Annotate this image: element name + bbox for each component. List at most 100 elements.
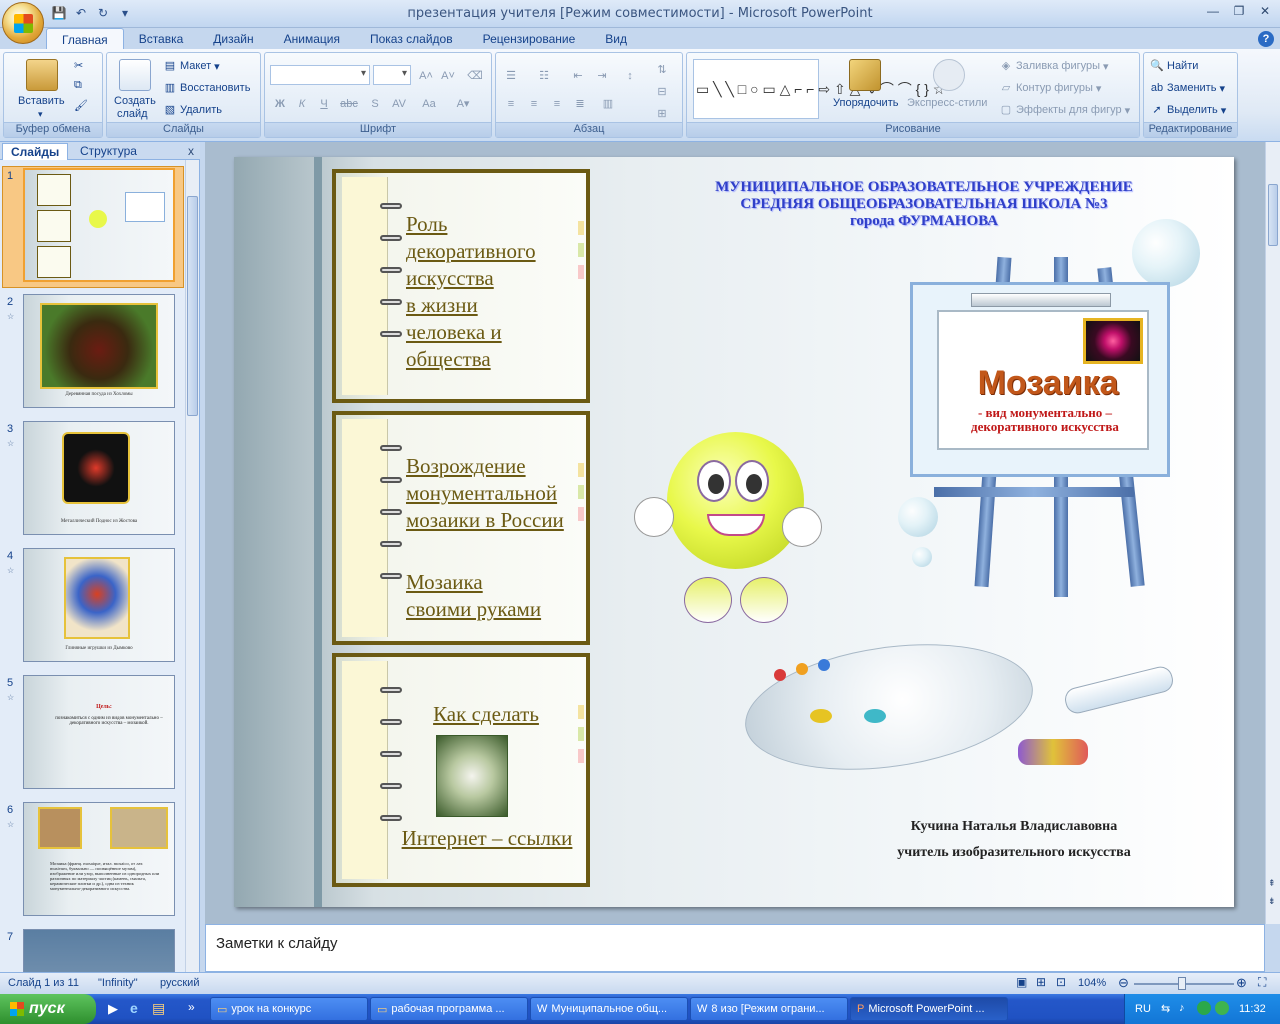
columns-icon[interactable]: ▥: [598, 93, 618, 113]
replace-button[interactable]: Заменить: [1167, 82, 1216, 94]
reset-button[interactable]: Восстановить: [180, 82, 250, 94]
task-folder-1[interactable]: ▭ урок на конкурс: [210, 997, 368, 1021]
find-button[interactable]: Найти: [1167, 60, 1198, 72]
font-color-icon[interactable]: A▾: [453, 93, 473, 113]
arrange-button[interactable]: Упорядочить: [833, 97, 898, 109]
board-subtitle[interactable]: - вид монументально – декоративного иску…: [939, 406, 1151, 434]
task-word-2[interactable]: W8 изо [Режим ограни...: [690, 997, 848, 1021]
tray-icon-volume[interactable]: ♪: [1179, 1002, 1185, 1014]
link-mosaic-diy[interactable]: Мозаика своими руками: [406, 569, 541, 623]
notebook-link-3[interactable]: Как сделать Интернет – ссылки: [332, 653, 590, 887]
spacing-icon[interactable]: AV: [389, 93, 409, 113]
link-revival-mosaic[interactable]: Возрождение монументальной мозаики в Рос…: [406, 453, 564, 534]
align-text-icon[interactable]: ⊟: [652, 81, 672, 101]
smartart-icon[interactable]: ⊞: [652, 103, 672, 123]
link-how-to-make[interactable]: Как сделать: [396, 701, 576, 728]
media-player-icon[interactable]: ▶: [108, 1001, 118, 1017]
notes-placeholder[interactable]: Заметки к слайду: [216, 935, 338, 952]
tab-design[interactable]: Дизайн: [198, 28, 268, 50]
tab-outline[interactable]: Структура: [72, 143, 145, 160]
new-slide-button[interactable]: Создать: [114, 95, 156, 107]
underline-icon[interactable]: Ч: [314, 93, 334, 113]
font-size-combo[interactable]: [373, 65, 411, 85]
delete-button[interactable]: Удалить: [180, 104, 222, 116]
board-title[interactable]: Мозаика: [953, 364, 1143, 403]
line-spacing-icon[interactable]: ↕: [620, 65, 640, 85]
slide-thumbnail[interactable]: 4 ☆ Глиняные игрушки из Дымково: [0, 546, 186, 668]
text-direction-icon[interactable]: ⇅: [652, 59, 672, 79]
smiley-character[interactable]: [667, 432, 804, 569]
quicklaunch-more-icon[interactable]: »: [188, 1000, 195, 1014]
tab-home[interactable]: Главная: [46, 28, 124, 50]
decrease-indent-icon[interactable]: ⇤: [568, 65, 588, 85]
format-painter-icon[interactable]: 🖌: [74, 99, 88, 112]
ie-icon[interactable]: e: [130, 1000, 138, 1016]
restore-button[interactable]: ❐: [1226, 2, 1252, 20]
clock[interactable]: 11:32: [1239, 1003, 1266, 1015]
tab-slides[interactable]: Слайды: [2, 143, 69, 160]
tab-view[interactable]: Вид: [590, 28, 642, 50]
shape-outline-button[interactable]: Контур фигуры: [1016, 82, 1093, 94]
customize-qat-icon[interactable]: ▾: [116, 4, 134, 22]
tray-icon-app[interactable]: [1197, 1001, 1211, 1015]
slide-thumbnail[interactable]: 2 ☆ Деревянная посуда из Хохломы: [0, 292, 186, 414]
scrollbar-thumb[interactable]: [187, 196, 198, 416]
italic-icon[interactable]: К: [292, 93, 312, 113]
shapes-gallery[interactable]: ▭ ╲ ╲ □ ○ ▭ △ ⌐ ⌐ ⇨ ⇧ △ ∿ ⌒ ⌒ { } ☆: [693, 59, 945, 119]
editor-scrollbar[interactable]: ⇞ ⇟: [1265, 142, 1280, 924]
minimize-button[interactable]: —: [1200, 2, 1226, 20]
zoom-in-icon[interactable]: ⊕: [1236, 975, 1247, 991]
tab-review[interactable]: Рецензирование: [468, 28, 591, 50]
start-button[interactable]: пуск: [0, 994, 96, 1024]
zoom-out-icon[interactable]: ⊖: [1118, 975, 1129, 991]
scrollbar-thumb[interactable]: [1268, 184, 1278, 246]
quick-styles-button[interactable]: Экспресс-стили: [907, 97, 987, 109]
layout-button[interactable]: Макет: [180, 60, 211, 72]
fit-window-icon[interactable]: ⛶: [1258, 975, 1266, 990]
shape-fill-button[interactable]: Заливка фигуры: [1016, 60, 1100, 72]
clear-format-icon[interactable]: ⌫: [465, 65, 485, 85]
justify-icon[interactable]: ≣: [570, 93, 590, 113]
slide-canvas[interactable]: Роль декоративного искусства в жизни чел…: [234, 157, 1234, 907]
select-button[interactable]: Выделить: [1167, 104, 1218, 116]
shrink-font-icon[interactable]: A˅: [438, 65, 458, 85]
paste-dropdown-icon[interactable]: ▾: [38, 109, 43, 120]
folder-quick-icon[interactable]: ▤: [152, 1000, 165, 1017]
help-icon[interactable]: ?: [1258, 31, 1274, 47]
notebook-link-1[interactable]: Роль декоративного искусства в жизни чел…: [332, 169, 590, 403]
tray-icon-network[interactable]: ⇆: [1161, 1002, 1170, 1015]
link-role-decorative-art[interactable]: Роль декоративного искусства в жизни чел…: [406, 211, 536, 373]
task-word-1[interactable]: W Муниципальное общ...: [530, 997, 688, 1021]
paste-button[interactable]: Вставить: [18, 95, 65, 107]
language-indicator[interactable]: русский: [160, 977, 199, 989]
cut-icon[interactable]: ✂: [74, 59, 83, 72]
zoom-slider-thumb[interactable]: [1178, 977, 1186, 990]
slide-thumbnail[interactable]: 3 ☆ Металлический Поднос из Жостова: [0, 419, 186, 541]
redo-icon[interactable]: ↻: [94, 4, 112, 22]
lily-image[interactable]: [1083, 318, 1143, 364]
close-button[interactable]: ✕: [1252, 2, 1278, 20]
tray-icon-app[interactable]: [1215, 1001, 1229, 1015]
link-internet-resources[interactable]: Интернет – ссылки: [382, 825, 592, 852]
next-slide-icon[interactable]: ⇟: [1268, 896, 1276, 907]
office-button[interactable]: [2, 2, 44, 44]
tab-insert[interactable]: Вставка: [124, 28, 199, 50]
tab-slideshow[interactable]: Показ слайдов: [355, 28, 468, 50]
change-case-icon[interactable]: Aa: [419, 93, 439, 113]
slide-thumbnail[interactable]: 5 ☆ Цель: познакомиться с одним из видов…: [0, 673, 186, 795]
align-right-icon[interactable]: ≡: [547, 93, 567, 113]
strikethrough-icon[interactable]: abc: [339, 93, 359, 113]
notebook-link-2[interactable]: Возрождение монументальной мозаики в Рос…: [332, 411, 590, 645]
shadow-icon[interactable]: S: [365, 93, 385, 113]
font-name-combo[interactable]: [270, 65, 370, 85]
task-folder-2[interactable]: ▭ рабочая программа ...: [370, 997, 528, 1021]
prev-slide-icon[interactable]: ⇞: [1268, 878, 1276, 889]
zoom-level[interactable]: 104%: [1078, 977, 1106, 989]
undo-icon[interactable]: ↶: [72, 4, 90, 22]
keyboard-layout[interactable]: RU: [1135, 1003, 1151, 1015]
align-left-icon[interactable]: ≡: [501, 93, 521, 113]
save-icon[interactable]: 💾: [50, 4, 68, 22]
new-slide-label2[interactable]: слайд: [117, 108, 148, 120]
author-role[interactable]: учитель изобразительного искусства: [854, 845, 1174, 861]
goat-image[interactable]: [436, 735, 508, 817]
